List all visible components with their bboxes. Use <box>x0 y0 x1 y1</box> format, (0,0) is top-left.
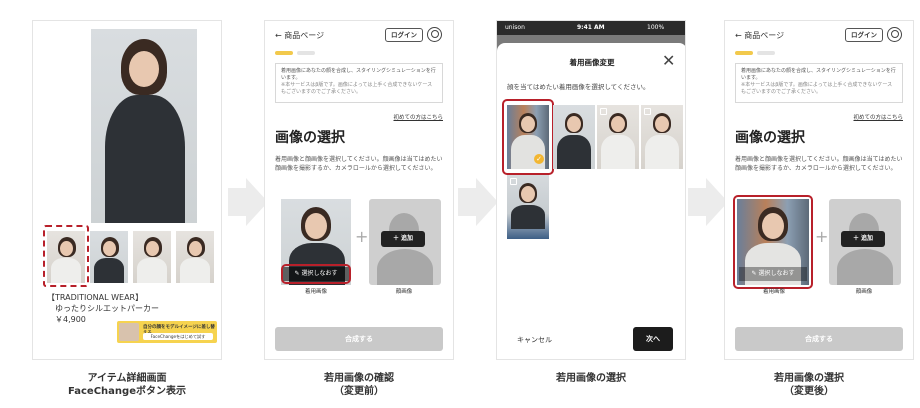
flow-arrow-stem-1 <box>228 188 246 216</box>
first-time-link[interactable]: 初めての方はこちら <box>853 113 903 121</box>
plus-icon: + <box>355 227 369 246</box>
section-description: 着用画像と顔画像を選択してください。顔画像は当てはめたい顔画像を撮影するか、カメ… <box>275 156 443 172</box>
notice-sub: ※本サービスはβ版です。画像によっては上手く合成できないケースもございますのでご… <box>741 82 893 95</box>
modal-title: 着用画像変更 <box>569 58 615 67</box>
caption-2-line1: 若用画像の確認 <box>324 373 394 384</box>
thumbnail-2[interactable] <box>90 231 128 283</box>
step-indicator <box>275 51 315 55</box>
caption-2-line2: （変更前） <box>334 386 384 397</box>
header: ← 商品ページ ログイン <box>265 21 453 49</box>
banner-cta: FaceChangeをはじめて試す <box>143 333 213 340</box>
caption-4-line1: 若用画像の選択 <box>774 373 844 384</box>
plus-icon: ＋ <box>392 235 399 242</box>
caption-3-line1: 若用画像の選択 <box>556 373 626 384</box>
wear-image-label: 着用画像 <box>304 289 327 295</box>
section-description: 着用画像と顔画像を選択してください。顔画像は当てはめたい顔画像を撮影するか、カメ… <box>735 156 903 172</box>
caption-1-line1: アイテム詳細画面 <box>87 373 167 384</box>
back-label: 商品ページ <box>284 31 325 40</box>
user-icon[interactable] <box>887 27 902 42</box>
login-button[interactable]: ログイン <box>845 28 883 42</box>
flow-arrow-2 <box>476 178 498 226</box>
caption-2: 若用画像の確認 （変更前） <box>254 372 464 398</box>
cancel-button[interactable]: キャンセル <box>517 335 552 345</box>
product-brand: 【TRADITIONAL WEAR】 <box>47 293 144 302</box>
flow-arrow-stem-2 <box>458 188 476 216</box>
select-image-panel: unison 9:41 AM 100% 着用画像変更 ✕ 顔を当てはめたい着用画… <box>496 20 686 360</box>
thumbnail-3[interactable] <box>133 231 171 283</box>
submit-button[interactable]: 合成する <box>275 327 443 351</box>
flow-arrow-stem-3 <box>688 188 706 216</box>
step-indicator <box>735 51 775 55</box>
item-detail-panel: 【TRADITIONAL WEAR】 ゆったりシルエットパーカー ￥4,900 … <box>32 20 222 360</box>
confirm-before-panel: ← 商品ページ ログイン 着用画像にあなたの顔を合成し、スタイリングシミュレーシ… <box>264 20 454 360</box>
image-option-4[interactable] <box>641 105 683 169</box>
header: ← 商品ページ ログイン <box>725 21 913 49</box>
notice-box: 着用画像にあなたの顔を合成し、スタイリングシミュレーションを行います。 ※本サー… <box>275 63 443 103</box>
back-label: 商品ページ <box>744 31 785 40</box>
notice-main: 着用画像にあなたの顔を合成し、スタイリングシミュレーションを行います。 <box>741 68 896 81</box>
first-time-link[interactable]: 初めての方はこちら <box>393 113 443 121</box>
image-option-3[interactable] <box>597 105 639 169</box>
arrow-left-icon: ← <box>735 31 742 40</box>
back-link[interactable]: ← 商品ページ <box>735 30 784 41</box>
facechange-banner-button[interactable]: 自分の顔をモデルイメージに差し替える FaceChangeをはじめて試す <box>117 321 217 343</box>
banner-thumbnail <box>119 323 139 341</box>
selected-thumbnail-highlight <box>43 225 89 287</box>
add-label: 追加 <box>401 235 414 242</box>
status-battery: 100% <box>647 24 665 31</box>
add-face-button[interactable]: ＋ 追加 <box>381 231 425 247</box>
confirm-after-panel: ← 商品ページ ログイン 着用画像にあなたの顔を合成し、スタイリングシミュレーシ… <box>724 20 914 360</box>
modal-description: 顔を当てはめたい着用画像を選択してください。 <box>507 83 650 91</box>
plus-icon: + <box>815 227 829 246</box>
thumbnail-4[interactable] <box>176 231 214 283</box>
section-title: 画像の選択 <box>275 130 345 146</box>
next-button[interactable]: 次へ <box>633 327 673 351</box>
arrow-left-icon: ← <box>275 31 282 40</box>
status-bar: unison 9:41 AM 100% <box>497 21 685 35</box>
status-time: 9:41 AM <box>577 24 605 31</box>
image-select-modal: 着用画像変更 ✕ 顔を当てはめたい着用画像を選択してください。 ✓ キャンセル … <box>497 43 685 359</box>
submit-button[interactable]: 合成する <box>735 327 903 351</box>
caption-1: アイテム詳細画面 FaceChangeボタン表示 <box>22 372 232 398</box>
product-name: ゆったりシルエットパーカー <box>55 304 159 313</box>
image-option-2[interactable] <box>553 105 595 169</box>
add-face-button[interactable]: ＋ 追加 <box>841 231 885 247</box>
status-carrier: unison <box>505 24 525 31</box>
plus-icon: ＋ <box>852 235 859 242</box>
reselect-highlight <box>281 264 351 284</box>
face-image-label: 顔画像 <box>395 289 413 295</box>
notice-box: 着用画像にあなたの顔を合成し、スタイリングシミュレーションを行います。 ※本サー… <box>735 63 903 103</box>
back-link[interactable]: ← 商品ページ <box>275 30 324 41</box>
main-product-photo <box>91 29 197 223</box>
login-button[interactable]: ログイン <box>385 28 423 42</box>
image-option-5[interactable] <box>507 175 549 239</box>
close-icon[interactable]: ✕ <box>662 51 675 70</box>
section-title: 画像の選択 <box>735 130 805 146</box>
caption-1-line2: FaceChangeボタン表示 <box>68 386 186 397</box>
notice-main: 着用画像にあなたの顔を合成し、スタイリングシミュレーションを行います。 <box>281 68 436 81</box>
face-image-label: 顔画像 <box>855 289 873 295</box>
notice-sub: ※本サービスはβ版です。画像によっては上手く合成できないケースもございますのでご… <box>281 82 433 95</box>
caption-3: 若用画像の選択 <box>486 372 696 385</box>
add-label: 追加 <box>861 235 874 242</box>
caption-4-line2: （変更後） <box>784 386 834 397</box>
selected-image-highlight <box>502 99 554 175</box>
user-icon[interactable] <box>427 27 442 42</box>
changed-image-highlight <box>733 195 813 289</box>
wear-image-label: 着用画像 <box>762 289 785 295</box>
caption-4: 若用画像の選択 （変更後） <box>704 372 914 398</box>
